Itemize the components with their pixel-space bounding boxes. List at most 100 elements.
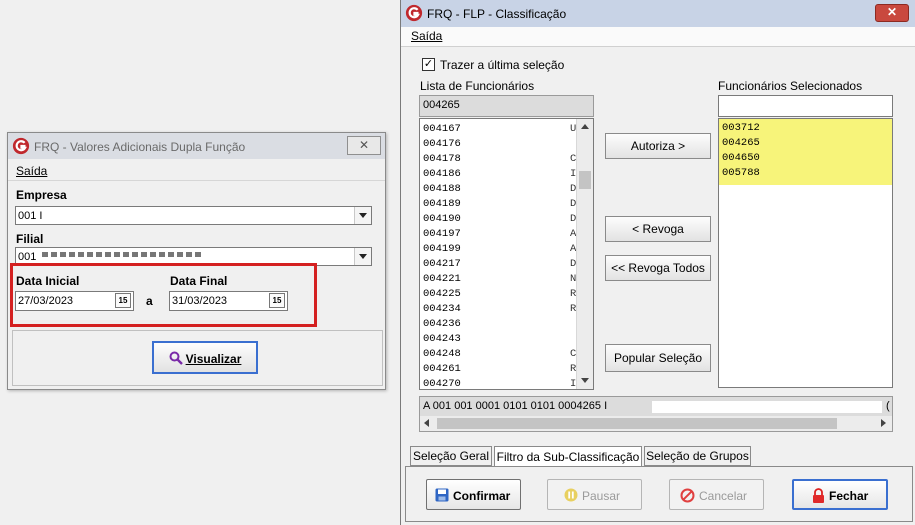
confirmar-label: Confirmar [453,489,511,503]
fechar-button[interactable]: Fechar [792,479,888,510]
list-vertical-scrollbar[interactable] [576,119,593,389]
list-item[interactable]: 004197 A [420,227,593,242]
pause-icon [564,488,578,502]
visualizar-button[interactable]: Visualizar [152,341,258,374]
scroll-left-icon[interactable] [420,416,435,431]
trazer-checkbox[interactable]: ✓ [422,58,435,71]
revoga-button[interactable]: < Revoga [605,216,711,242]
window2-titlebar[interactable]: FRQ - FLP - Classificação ✕ [401,0,915,27]
list-item[interactable]: 004261 R [420,362,593,377]
selecionados-list[interactable]: 003712 004265 004650 005788 [718,118,893,388]
window1-close-button[interactable]: ✕ [347,136,381,155]
save-icon [435,488,449,502]
list-item[interactable]: 004217 D [420,257,593,272]
data-final-input[interactable]: 31/03/2023 15 [169,291,288,311]
funcionario-code: 004199 [423,243,461,255]
list-item[interactable]: 004189 D [420,197,593,212]
funcionario-code: 004189 [423,198,461,210]
calendar-icon[interactable]: 15 [115,293,131,308]
selected-list-item[interactable]: 003712 [719,121,892,136]
data-inicial-value: 27/03/2023 [18,295,74,307]
tab-selecao-grupos-label: Seleção de Grupos [646,449,749,463]
funcionario-code: 004167 [423,123,461,135]
funcionario-code: 004186 [423,168,461,180]
confirmar-button[interactable]: Confirmar [426,479,521,510]
menu-divider [8,180,385,181]
funcionarios-selecionados-label: Funcionários Selecionados [718,79,863,93]
window2-menubar: Saída [401,27,915,46]
list-item[interactable]: 004234 R [420,302,593,317]
pausar-button[interactable]: Pausar [547,479,642,510]
filial-dropdown-arrow-icon[interactable] [354,248,371,265]
empresa-combobox[interactable]: 001 I [15,206,372,225]
funcionarios-list[interactable]: 004167 U 004176 004178 C 004186 I 004188 D 004189… [419,118,594,390]
empresa-dropdown-arrow-icon[interactable] [354,207,371,224]
code-line-right: ( [886,400,890,412]
funcionario-code: 004221 [423,273,461,285]
list-item[interactable]: 004176 [420,137,593,152]
selected-list-item[interactable]: 005788 [719,166,892,181]
list-item[interactable]: 004221 N [420,272,593,287]
menu-saida[interactable]: Saída [16,164,47,178]
tab-selecao-geral[interactable]: Seleção Geral [410,446,492,466]
menu-saida[interactable]: Saída [411,29,442,43]
tab-selecao-geral-label: Seleção Geral [412,449,490,463]
funcionario-code: 004197 [423,228,461,240]
scroll-right-icon[interactable] [876,416,891,431]
list-item[interactable]: 004236 [420,317,593,332]
popular-selecao-label: Popular Seleção [613,351,703,365]
scroll-up-icon[interactable] [577,119,593,135]
data-final-value: 31/03/2023 [172,295,228,307]
funcionario-code: 004190 [423,213,461,225]
scroll-down-icon[interactable] [577,373,593,389]
menu-saida-label: Saída [16,164,48,178]
calendar-icon[interactable]: 15 [269,293,285,308]
scroll-thumb[interactable] [579,171,591,189]
tab-selecao-grupos[interactable]: Seleção de Grupos [644,446,751,466]
window1-title: FRQ - Valores Adicionais Dupla Função [34,140,246,154]
trazer-checkbox-label: Trazer a última seleção [440,58,565,72]
lista-funcionarios-label: Lista de Funcionários [420,79,535,93]
list-item[interactable]: 004188 D [420,182,593,197]
window2-close-button[interactable]: ✕ [875,4,909,22]
autoriza-button[interactable]: Autoriza > [605,133,711,159]
data-inicial-input[interactable]: 27/03/2023 15 [15,291,134,311]
code-line-panel[interactable]: A 001 001 0001 0101 0101 0004265 I ( [419,396,893,432]
revoga-todos-button[interactable]: << Revoga Todos [605,255,711,281]
list-item[interactable]: 004178 C [420,152,593,167]
list-item[interactable]: 004270 I [420,377,593,389]
data-final-label: Data Final [170,274,228,288]
h-scroll-thumb[interactable] [437,418,837,429]
filial-value: 001 [18,251,37,263]
funcionario-code: 004234 [423,303,461,315]
selected-list-item[interactable]: 004650 [719,151,892,166]
selected-list-item[interactable]: 004265 [719,136,892,151]
revoga-todos-label: << Revoga Todos [611,261,705,275]
search-value: 004265 [423,99,460,111]
list-item[interactable]: 004225 R [420,287,593,302]
popular-selecao-button[interactable]: Popular Seleção [605,344,711,372]
tab-filtro-sub-classificacao[interactable]: Filtro da Sub-Classificação [494,446,642,468]
filial-obscured-text [42,252,202,257]
list-item[interactable]: 004199 A [420,242,593,257]
lock-icon [813,488,824,503]
list-item[interactable]: 004167 U [420,122,593,137]
code-line-text: A 001 001 0001 0101 0101 0004265 I [423,400,608,412]
horizontal-scrollbar[interactable] [420,416,892,431]
cancelar-button[interactable]: Cancelar [669,479,764,510]
selecionados-search-input[interactable] [718,95,893,117]
tab-filtro-label: Filtro da Sub-Classificação [496,450,640,464]
magnifier-icon [169,351,183,365]
autoriza-label: Autoriza > [630,139,686,153]
list-item[interactable]: 004190 D [420,212,593,227]
window1-titlebar[interactable]: FRQ - Valores Adicionais Dupla Função ✕ [8,133,385,159]
filial-label: Filial [16,232,44,246]
list-item[interactable]: 004243 [420,332,593,347]
revoga-label: < Revoga [632,222,684,236]
menu-divider [401,46,915,47]
list-item[interactable]: 004186 I [420,167,593,182]
funcionario-code: 004243 [423,333,461,345]
list-item[interactable]: 004248 C [420,347,593,362]
app-logo-icon [12,137,30,155]
funcionario-search-input[interactable]: 004265 [419,95,594,117]
